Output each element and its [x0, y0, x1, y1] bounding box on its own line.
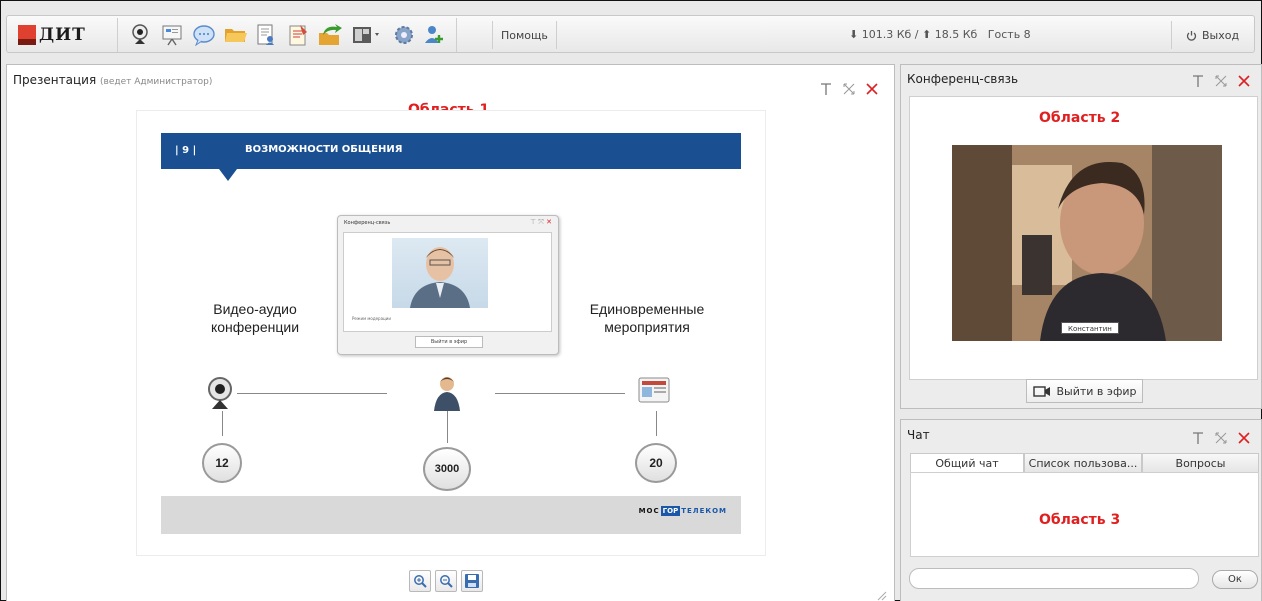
app-window: ДИТ Помощь ⬇ 101.3 Кб / ⬆ 18.5 Кб Гость … [0, 0, 1262, 601]
maximize-icon[interactable] [842, 81, 856, 95]
logo-part-1: МОС [638, 507, 660, 515]
chat-bubble-icon[interactable] [191, 22, 217, 48]
chat-messages: Область 3 [910, 472, 1259, 557]
save-icon[interactable] [461, 570, 483, 592]
chat-message-input[interactable] [909, 568, 1199, 589]
layout-icon[interactable] [349, 22, 385, 48]
folder-icon[interactable] [223, 22, 249, 48]
connector-line [447, 411, 448, 443]
slide-right-line-2: мероприятия [604, 319, 690, 335]
chat-window-controls [1191, 430, 1251, 444]
logo: ДИТ [18, 23, 86, 47]
chat-send-button[interactable]: Ок [1212, 570, 1258, 589]
maximize-icon[interactable] [1214, 430, 1228, 444]
slide-heading: ВОЗМОЖНОСТИ ОБЩЕНИЯ [245, 144, 403, 155]
pin-icon[interactable] [819, 81, 833, 95]
add-user-icon[interactable] [421, 22, 447, 48]
traffic-stats: ⬇ 101.3 Кб / ⬆ 18.5 Кб [849, 28, 978, 41]
camera-icon [1032, 385, 1050, 397]
presentation-presenter: (ведет Администратор) [100, 77, 213, 87]
help-button[interactable]: Помощь [492, 21, 557, 49]
conference-title: Конференц-связь [907, 72, 1019, 86]
webcam-icon[interactable] [127, 22, 153, 48]
zoom-out-icon[interactable] [435, 570, 457, 592]
connector-line [237, 393, 387, 394]
chat-tabs: Общий чат Список пользова... Вопросы [910, 453, 1259, 473]
go-on-air-label: Выйти в эфир [1056, 384, 1137, 398]
tab-questions[interactable]: Вопросы [1142, 453, 1259, 473]
go-on-air-button[interactable]: Выйти в эфир [1026, 379, 1143, 403]
banner-pointer [219, 169, 237, 181]
current-user: Гость 8 [987, 28, 1031, 41]
mgts-logo: МОС ГОР ТЕЛЕКОМ [639, 506, 727, 516]
toolbar-divider [456, 18, 457, 52]
mini-window-body: Режим модерации [343, 232, 552, 332]
logout-button[interactable]: Выход [1171, 21, 1253, 49]
mini-window-controls: ⊤ ⤧ ✕ [529, 218, 552, 226]
count-circle-3: 20 [635, 443, 677, 483]
logo-part-3: ТЕЛЕКОМ [681, 507, 727, 515]
video-stream: Константин [952, 145, 1222, 341]
tab-user-list[interactable]: Список пользова... [1024, 453, 1142, 473]
document-user-icon[interactable] [253, 22, 279, 48]
share-icon[interactable] [317, 22, 343, 48]
presentation-window-controls [819, 81, 879, 95]
connector-line [222, 411, 223, 436]
pin-icon[interactable] [1191, 430, 1205, 444]
area-label-3: Область 3 [1039, 512, 1121, 528]
maximize-icon[interactable] [1214, 73, 1228, 87]
slide-right-label: Единовременные мероприятия [577, 300, 717, 336]
conference-body: Область 2 Константин [909, 96, 1258, 380]
logo-text: ДИТ [39, 25, 86, 45]
logo-part-2: ГОР [660, 506, 681, 516]
close-icon[interactable] [865, 81, 879, 95]
chat-panel: Чат Общий чат Список пользова... Вопросы… [900, 419, 1262, 601]
area-label-2: Область 2 [1039, 110, 1121, 126]
notepad-icon[interactable] [285, 22, 311, 48]
conference-panel: Конференц-связь Область 2 Константин Вый… [900, 64, 1262, 409]
slide-number: | 9 | [175, 145, 197, 156]
pin-icon[interactable] [1191, 73, 1205, 87]
close-icon[interactable] [1237, 73, 1251, 87]
presentation-slide: | 9 | ВОЗМОЖНОСТИ ОБЩЕНИЯ Конференц-связ… [137, 111, 765, 555]
video-name-tag: Константин [1061, 322, 1119, 334]
user-icon [433, 375, 461, 415]
presentation-title-text: Презентация [13, 73, 97, 87]
person-photo [392, 238, 488, 308]
connector-line [495, 393, 625, 394]
screen-icon [637, 375, 671, 411]
logout-label: Выход [1202, 28, 1240, 42]
slide-footer: МОС ГОР ТЕЛЕКОМ [161, 496, 741, 534]
resize-grip-icon[interactable] [875, 586, 887, 601]
close-icon[interactable] [1237, 430, 1251, 444]
presentation-title: Презентация (ведет Администратор) [13, 73, 212, 87]
slide-banner: | 9 | ВОЗМОЖНОСТИ ОБЩЕНИЯ [161, 133, 741, 169]
power-icon [1186, 30, 1197, 41]
mini-window-checkbox: Режим модерации [352, 316, 391, 321]
mini-window-title: Конференц-связь [344, 220, 391, 226]
mini-window-button: Выйти в эфир [415, 336, 483, 348]
logo-mark [18, 25, 36, 45]
chat-title: Чат [907, 428, 930, 442]
count-circle-2: 3000 [423, 447, 471, 491]
zoom-in-icon[interactable] [409, 570, 431, 592]
count-circle-1: 12 [202, 443, 242, 483]
settings-icon[interactable] [391, 22, 417, 48]
tab-general-chat[interactable]: Общий чат [910, 453, 1024, 473]
top-toolbar: ДИТ Помощь ⬇ 101.3 Кб / ⬆ 18.5 Кб Гость … [6, 15, 1255, 53]
presentation-panel: Презентация (ведет Администратор) Област… [6, 64, 895, 601]
conference-window-controls [1191, 73, 1251, 87]
webcam-icon [205, 375, 235, 415]
connector-line [656, 411, 657, 436]
slide-left-label: Видео-аудио конференции [195, 300, 315, 336]
slide-left-line-2: конференции [210, 319, 300, 335]
slide-conference-window: Конференц-связь ⊤ ⤧ ✕ Режим модерации Вы… [337, 215, 559, 355]
slide-right-line-1: Единовременные [589, 301, 705, 317]
toolbar-divider [117, 18, 118, 52]
slide-left-line-1: Видео-аудио [213, 301, 297, 317]
presentation-icon[interactable] [159, 22, 185, 48]
zoom-toolbar [409, 570, 483, 592]
help-label: Помощь [501, 28, 548, 42]
traffic-status: ⬇ 101.3 Кб / ⬆ 18.5 Кб Гость 8 [849, 28, 1031, 41]
